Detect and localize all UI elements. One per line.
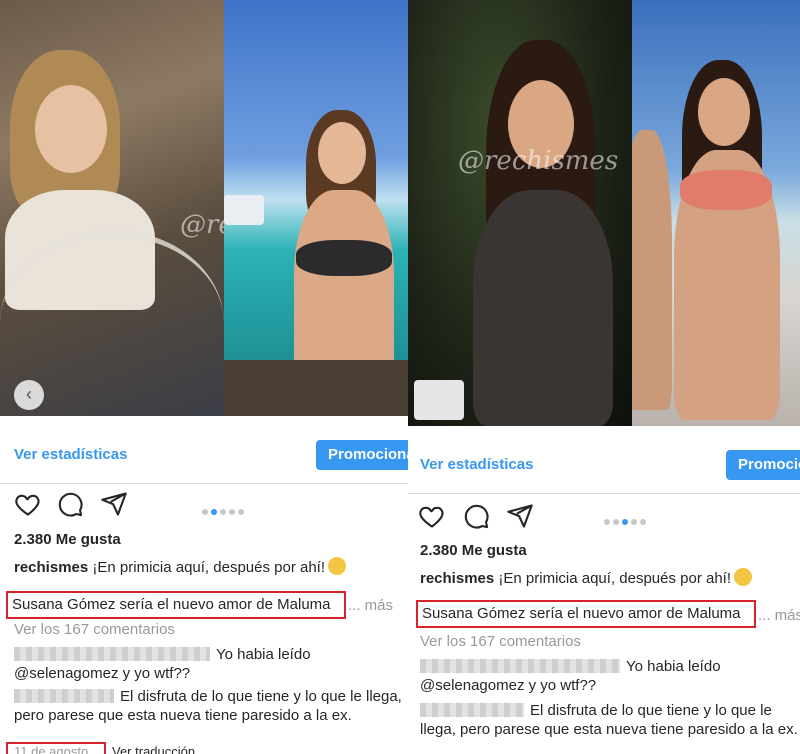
username[interactable]: rechismes bbox=[14, 559, 88, 576]
heart-icon[interactable] bbox=[14, 490, 42, 518]
post-right: @rechismes Ver estadísticas Promocio bbox=[408, 0, 800, 754]
carousel-dot bbox=[622, 519, 628, 525]
carousel-dot bbox=[631, 519, 637, 525]
photo-beach bbox=[224, 0, 408, 416]
view-comments-link[interactable]: Ver los 167 comentarios bbox=[420, 633, 581, 650]
emoji-icon bbox=[734, 568, 753, 586]
comment-item: Yo habia leído @selenagomez y yo wtf?? bbox=[420, 657, 800, 695]
post-left: @rechismes ‹ Ver estadísticas Promociona bbox=[0, 0, 408, 754]
blurred-username bbox=[420, 703, 524, 717]
caption-text: ¡En primicia aquí, después por ahí! bbox=[498, 570, 732, 587]
carousel-dot bbox=[220, 509, 226, 515]
caption: rechismes ¡En primicia aquí, después por… bbox=[420, 568, 753, 587]
comment-text: Yo habia leído bbox=[216, 646, 311, 663]
carousel-dot bbox=[211, 509, 217, 515]
timestamp: 11 de agosto bbox=[6, 742, 106, 754]
carousel-dot bbox=[202, 509, 208, 515]
watermark: @rechismes bbox=[458, 146, 619, 176]
more-link[interactable]: ... más bbox=[758, 607, 800, 624]
watermark: @rechismes bbox=[180, 210, 224, 240]
mention-link[interactable]: @selenagomez bbox=[420, 677, 524, 694]
comment-icon[interactable] bbox=[462, 502, 490, 530]
more-link[interactable]: ... más bbox=[348, 597, 393, 614]
username[interactable]: rechismes bbox=[420, 570, 494, 587]
view-stats-link[interactable]: Ver estadísticas bbox=[14, 446, 127, 463]
comment-item: El disfruta de lo que tiene y lo que le … bbox=[420, 701, 800, 739]
carousel-dot bbox=[604, 519, 610, 525]
photo-carousel[interactable]: @rechismes bbox=[408, 0, 800, 426]
translate-link[interactable]: Ver traducción bbox=[112, 744, 195, 754]
mention-link[interactable]: @selenagomez bbox=[14, 665, 118, 682]
photo-carousel[interactable]: @rechismes bbox=[0, 0, 408, 416]
stats-row: Ver estadísticas Promociona bbox=[0, 424, 408, 484]
carousel-dots bbox=[604, 512, 649, 525]
chevron-left-icon[interactable]: ‹ bbox=[14, 380, 44, 410]
comment-icon[interactable] bbox=[56, 490, 84, 518]
photo-lunch: @rechismes bbox=[0, 0, 224, 416]
view-comments-link[interactable]: Ver los 167 comentarios bbox=[14, 621, 175, 638]
emoji-icon bbox=[328, 557, 347, 575]
like-count[interactable]: 2.380 Me gusta bbox=[14, 531, 121, 548]
comment-text: y yo wtf?? bbox=[528, 677, 597, 694]
blurred-username bbox=[420, 659, 620, 673]
caption: rechismes ¡En primicia aquí, después por… bbox=[14, 557, 347, 576]
carousel-dot bbox=[640, 519, 646, 525]
blurred-username bbox=[14, 647, 210, 661]
comment-text: Yo habia leído bbox=[626, 658, 721, 675]
share-icon[interactable] bbox=[506, 502, 534, 530]
comment-item: Yo habia leído @selenagomez y yo wtf?? bbox=[14, 645, 404, 683]
highlighted-caption: Susana Gómez sería el nuevo amor de Malu… bbox=[6, 591, 346, 619]
carousel-dot bbox=[613, 519, 619, 525]
blurred-username bbox=[14, 689, 114, 703]
photo-night: @rechismes bbox=[408, 0, 632, 426]
stats-row: Ver estadísticas Promocio bbox=[408, 434, 800, 494]
view-stats-link[interactable]: Ver estadísticas bbox=[420, 456, 533, 473]
carousel-dots bbox=[202, 502, 247, 515]
comment-item: El disfruta de lo que tiene y lo que le … bbox=[14, 687, 404, 725]
highlighted-caption: Susana Gómez sería el nuevo amor de Malu… bbox=[416, 600, 756, 628]
share-icon[interactable] bbox=[100, 490, 128, 518]
carousel-dot bbox=[229, 509, 235, 515]
carousel-dot bbox=[238, 509, 244, 515]
like-count[interactable]: 2.380 Me gusta bbox=[420, 542, 527, 559]
comment-text: y yo wtf?? bbox=[122, 665, 191, 682]
promote-button[interactable]: Promociona bbox=[316, 440, 408, 470]
caption-text: ¡En primicia aquí, después por ahí! bbox=[92, 559, 326, 576]
promote-button[interactable]: Promocio bbox=[726, 450, 800, 480]
heart-icon[interactable] bbox=[418, 502, 446, 530]
photo-beach bbox=[632, 0, 800, 426]
